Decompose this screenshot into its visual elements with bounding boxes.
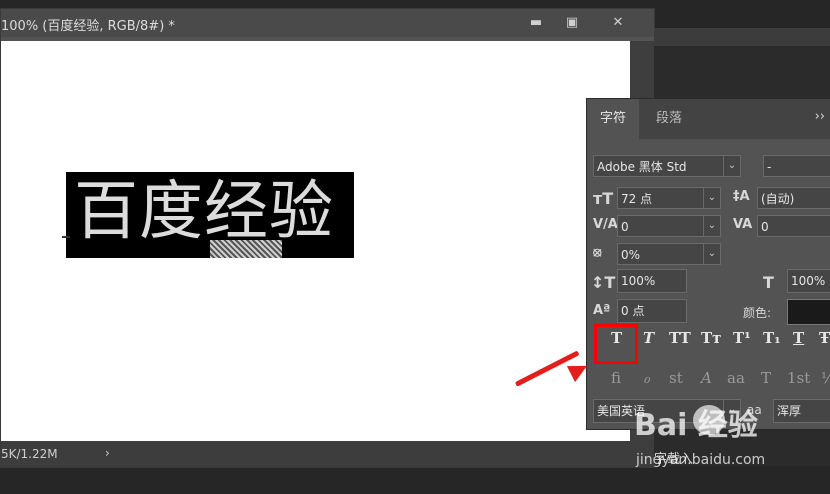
- swash-button[interactable]: A: [701, 369, 712, 387]
- tab-character[interactable]: 字符: [587, 99, 639, 139]
- font-size-input[interactable]: 72 点 ⌄: [617, 187, 721, 209]
- watermark-logo: Bai 经验: [634, 408, 758, 443]
- maximize-button[interactable]: ▣: [557, 12, 587, 34]
- font-size-value: 72 点: [621, 192, 653, 206]
- document-size-status: 5K/1.22M: [1, 447, 58, 461]
- minimize-button[interactable]: ▬: [521, 12, 551, 34]
- tab-paragraph[interactable]: 段落: [643, 99, 695, 139]
- baseline-shift-icon: Aª: [593, 303, 611, 318]
- tsume-value: 0%: [621, 248, 641, 262]
- kerning-input[interactable]: 0 ⌄: [617, 215, 721, 237]
- faux-italic-button[interactable]: T: [643, 329, 654, 347]
- color-label: 颜色:: [743, 306, 772, 320]
- baseline-shift-value: 0 点: [621, 304, 645, 318]
- underline-button[interactable]: T: [793, 329, 804, 347]
- font-size-icon: ᴛT: [593, 189, 614, 208]
- leading-icon: ‡A: [733, 189, 750, 204]
- chevron-down-icon: ⌄: [703, 188, 720, 208]
- panel-tab-bar: 字符 段落 ››: [587, 99, 830, 139]
- strikethrough-button[interactable]: Ŧ: [819, 329, 830, 347]
- horizontal-scale-icon: T: [763, 273, 774, 292]
- leading-input[interactable]: (自动): [757, 187, 830, 209]
- baseline-shift-input[interactable]: 0 点: [617, 299, 687, 323]
- tsume-icon: ⦻: [593, 245, 602, 260]
- subscript-button[interactable]: T₁: [763, 329, 781, 347]
- text-layer-content[interactable]: 百度经验: [74, 172, 334, 252]
- stylistic-alternates-button[interactable]: aa: [727, 369, 745, 387]
- annotation-highlight-box: [594, 324, 638, 364]
- vertical-scale-value: 100%: [621, 274, 656, 288]
- font-style-value: -: [767, 160, 772, 174]
- kerning-value: 0: [621, 220, 629, 234]
- tracking-value: 0: [761, 220, 769, 234]
- small-caps-button[interactable]: Tт: [701, 329, 721, 347]
- chevron-down-icon: ⌄: [723, 156, 740, 176]
- titling-alternates-button[interactable]: T: [761, 369, 771, 387]
- tracking-icon: VA: [733, 217, 753, 232]
- vertical-scale-icon: ↕T: [591, 273, 616, 292]
- tracking-input[interactable]: 0: [757, 215, 830, 237]
- close-button[interactable]: ✕: [603, 12, 633, 34]
- document-title-bar[interactable]: 100% (百度经验, RGB/8#) * ▬ ▣ ✕: [1, 9, 654, 37]
- chevron-down-icon: ⌄: [703, 216, 720, 236]
- ordinals-button[interactable]: 1st: [787, 369, 810, 387]
- contextual-alternates-button[interactable]: ℴ: [643, 369, 650, 387]
- horizontal-scale-value: 100%: [791, 274, 826, 288]
- transparency-checker: [210, 240, 282, 258]
- panel-menu-icon[interactable]: ››: [815, 109, 825, 124]
- superscript-button[interactable]: T¹: [733, 329, 751, 347]
- chevron-down-icon: ⌄: [703, 244, 720, 264]
- status-menu-arrow[interactable]: ›: [105, 446, 110, 460]
- watermark-url: jingyan.baidu.com: [636, 452, 766, 468]
- document-title: 100% (百度经验, RGB/8#) *: [1, 19, 175, 34]
- font-style-select[interactable]: -: [763, 155, 830, 177]
- kerning-icon: V/A: [593, 217, 618, 232]
- text-baseline-marker: [62, 236, 70, 238]
- character-panel: 字符 段落 ›› Adobe 黑体 Std ⌄ - ᴛT 72 点 ⌄ ‡A (…: [586, 98, 830, 430]
- text-color-swatch[interactable]: [787, 299, 830, 325]
- all-caps-button[interactable]: TT: [669, 329, 691, 347]
- horizontal-scale-input[interactable]: 100%: [787, 269, 830, 293]
- fractions-button[interactable]: ½: [821, 369, 830, 387]
- vertical-scale-input[interactable]: 100%: [617, 269, 687, 293]
- leading-value: (自动): [761, 192, 795, 206]
- discretionary-ligatures-button[interactable]: st: [669, 369, 683, 387]
- workspace-strip: [654, 28, 830, 46]
- status-bar: 5K/1.22M ›: [1, 441, 654, 467]
- font-family-select[interactable]: Adobe 黑体 Std ⌄: [593, 155, 741, 177]
- antialias-select[interactable]: 浑厚: [773, 399, 830, 423]
- font-family-value: Adobe 黑体 Std: [597, 160, 687, 174]
- tsume-input[interactable]: 0% ⌄: [617, 243, 721, 265]
- standard-ligatures-button[interactable]: ﬁ: [611, 369, 621, 387]
- antialias-value: 浑厚: [777, 404, 802, 418]
